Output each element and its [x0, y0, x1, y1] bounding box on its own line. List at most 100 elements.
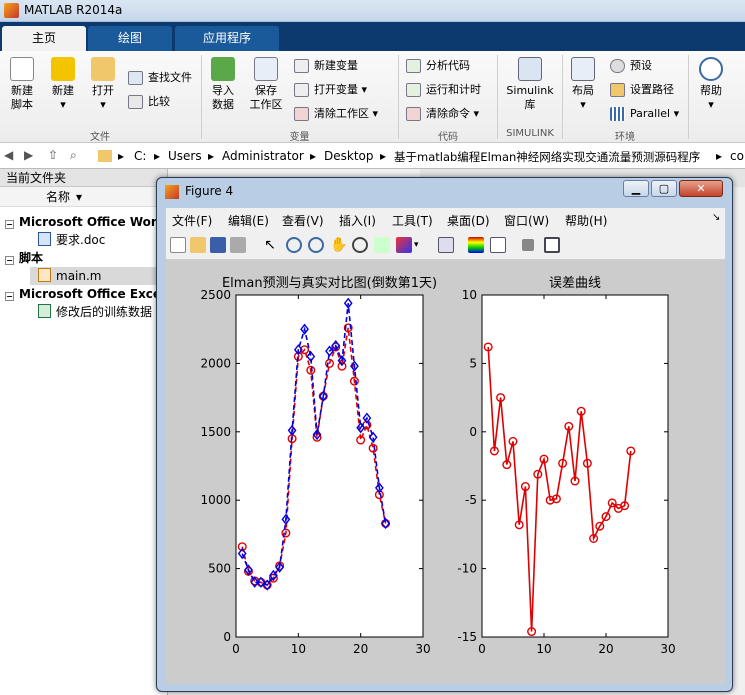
file-row[interactable]: 修改后的训练数据 — [38, 303, 152, 321]
app-title: MATLAB R2014a — [24, 3, 123, 17]
up-folder-icon[interactable]: ⇧ — [48, 148, 58, 162]
ribbon-tab-strip: 主页 绘图 应用程序 — [0, 22, 745, 51]
parallel-button[interactable]: Parallel ▾ — [610, 105, 679, 123]
name-column-label: 名称 — [46, 190, 71, 204]
link-plot-icon[interactable] — [438, 237, 454, 253]
file-row[interactable]: 要求.doc — [38, 231, 105, 249]
new-script-button[interactable]: 新建 脚本 — [4, 57, 40, 112]
breadcrumb-item[interactable]: Administrator — [222, 149, 304, 163]
run-and-time-button[interactable]: 运行和计时 — [406, 81, 481, 99]
y-tick-label: 2000 — [200, 356, 231, 370]
find-files-button[interactable]: 查找文件 — [128, 69, 192, 87]
simulink-library-button[interactable]: Simulink 库 — [502, 57, 558, 112]
breadcrumb-separator: ▸ — [208, 149, 215, 163]
zoom-out-icon[interactable] — [308, 237, 324, 253]
help-button[interactable]: 帮助 ▾ — [694, 57, 728, 112]
set-path-button[interactable]: 设置路径 — [610, 81, 674, 99]
clear-workspace-button[interactable]: 清除工作区 ▾ — [294, 105, 378, 123]
hide-plot-tools-icon[interactable] — [522, 239, 534, 251]
save-workspace-button[interactable]: 保存 工作区 — [246, 57, 286, 112]
save-workspace-label: 保存 工作区 — [249, 84, 283, 111]
pointer-icon[interactable]: ↖ — [262, 237, 278, 253]
breadcrumb-item[interactable]: Users — [168, 149, 202, 163]
open-button[interactable]: 打开 ▾ — [86, 57, 120, 112]
rotate-3d-icon[interactable] — [352, 237, 368, 253]
legend-icon[interactable] — [490, 237, 506, 253]
chart-title: Elman预测与真实对比图(倒数第1天) — [222, 276, 437, 291]
save-icon[interactable] — [210, 237, 226, 253]
new-variable-button[interactable]: 新建变量 — [294, 57, 358, 75]
menu-view[interactable]: 查看(V) — [282, 212, 324, 229]
menu-file[interactable]: 文件(F) — [172, 212, 212, 229]
colorbar-icon[interactable] — [468, 237, 484, 253]
find-files-icon — [128, 71, 143, 85]
open-variable-button[interactable]: 打开变量 ▾ — [294, 81, 367, 99]
browse-folder-icon[interactable]: ⌕ — [70, 148, 77, 163]
brush-icon[interactable] — [396, 237, 412, 253]
analyze-code-button[interactable]: 分析代码 — [406, 57, 470, 75]
menu-edit[interactable]: 编辑(E) — [228, 212, 269, 229]
breadcrumb-item[interactable]: co — [730, 149, 744, 163]
minimize-button[interactable]: ▁ — [623, 180, 649, 197]
breadcrumb-separator: ▸ — [310, 149, 317, 163]
collapse-icon[interactable]: − — [5, 292, 14, 301]
tab-home[interactable]: 主页 — [2, 26, 86, 51]
file-group-label: Microsoft Office Word — [19, 215, 166, 229]
pan-hand-icon[interactable]: ✋ — [330, 237, 347, 253]
breadcrumb-item[interactable]: Desktop — [324, 149, 374, 163]
preferences-button[interactable]: 预设 — [610, 57, 652, 75]
y-tick-label: 1000 — [200, 493, 231, 507]
close-button[interactable]: ✕ — [679, 180, 723, 197]
chevron-down-icon[interactable]: ▾ — [414, 237, 422, 253]
help-icon — [699, 57, 723, 81]
address-bar: ◀ ▶ ⇧ ⌕ ▸ C: ▸ Users ▸ Administrator ▸ D… — [0, 143, 745, 169]
maximize-button[interactable]: ▢ — [651, 180, 677, 197]
current-folder-panel: 当前文件夹 名称 ▾ − Microsoft Office Word 要求.doc… — [0, 169, 168, 695]
menu-desktop[interactable]: 桌面(D) — [447, 212, 490, 229]
import-data-button[interactable]: 导入 数据 — [206, 57, 240, 112]
file-group-script[interactable]: − 脚本 — [0, 249, 43, 267]
new-variable-icon — [294, 59, 309, 73]
dock-arrow-icon[interactable]: ↘ — [712, 212, 720, 223]
data-cursor-icon[interactable] — [374, 237, 390, 253]
plus-icon — [51, 57, 75, 81]
preferences-label: 预设 — [630, 59, 652, 72]
forward-arrow-icon[interactable]: ▶ — [24, 148, 33, 162]
minimize-icon: ▁ — [631, 182, 641, 195]
breadcrumb-separator: ▸ — [716, 149, 723, 163]
layout-button[interactable]: 布局 ▾ — [566, 57, 600, 112]
breadcrumb-item[interactable]: C: — [134, 149, 146, 163]
open-file-icon[interactable] — [190, 237, 206, 253]
menu-window[interactable]: 窗口(W) — [504, 212, 549, 229]
new-button[interactable]: 新建 ▾ — [46, 57, 80, 112]
menu-tools[interactable]: 工具(T) — [392, 212, 433, 229]
x-tick-label: 0 — [478, 642, 486, 656]
back-arrow-icon[interactable]: ◀ — [4, 148, 13, 162]
tab-plots[interactable]: 绘图 — [88, 26, 172, 51]
compare-button[interactable]: 比较 — [128, 93, 170, 111]
menu-insert[interactable]: 插入(I) — [339, 212, 376, 229]
figure-toolbar: ↖ ✋ ▾ — [166, 230, 725, 260]
collapse-icon[interactable]: − — [5, 256, 14, 265]
name-column-header[interactable]: 名称 ▾ — [0, 187, 167, 207]
tab-apps[interactable]: 应用程序 — [175, 26, 279, 51]
simulink-icon — [518, 57, 542, 81]
clear-commands-button[interactable]: 清除命令 ▾ — [406, 105, 479, 123]
menu-help[interactable]: 帮助(H) — [565, 212, 607, 229]
zoom-in-icon[interactable] — [286, 237, 302, 253]
print-icon[interactable] — [230, 237, 246, 253]
collapse-icon[interactable]: − — [5, 220, 14, 229]
simulink-library-label: Simulink 库 — [506, 84, 554, 111]
maximize-icon: ▢ — [658, 182, 670, 195]
open-variable-label: 打开变量 — [314, 83, 358, 96]
breadcrumb-item[interactable]: 基于matlab编程Elman神经网络实现交通流量预测源码程序 — [394, 149, 700, 165]
figure-title: Figure 4 — [185, 184, 234, 198]
show-plot-tools-icon[interactable] — [544, 237, 560, 253]
x-tick-label: 10 — [291, 642, 306, 656]
figure-window[interactable]: Figure 4 ▁ ▢ ✕ 文件(F) 编辑(E) 查看(V) 插入(I) 工… — [156, 177, 733, 692]
file-row-selected[interactable]: main.m — [30, 267, 168, 285]
new-figure-icon[interactable] — [170, 237, 186, 253]
file-group-excel[interactable]: − Microsoft Office Excel — [0, 285, 165, 303]
breadcrumb-separator: ▸ — [154, 149, 161, 163]
file-group-word[interactable]: − Microsoft Office Word — [0, 213, 165, 231]
